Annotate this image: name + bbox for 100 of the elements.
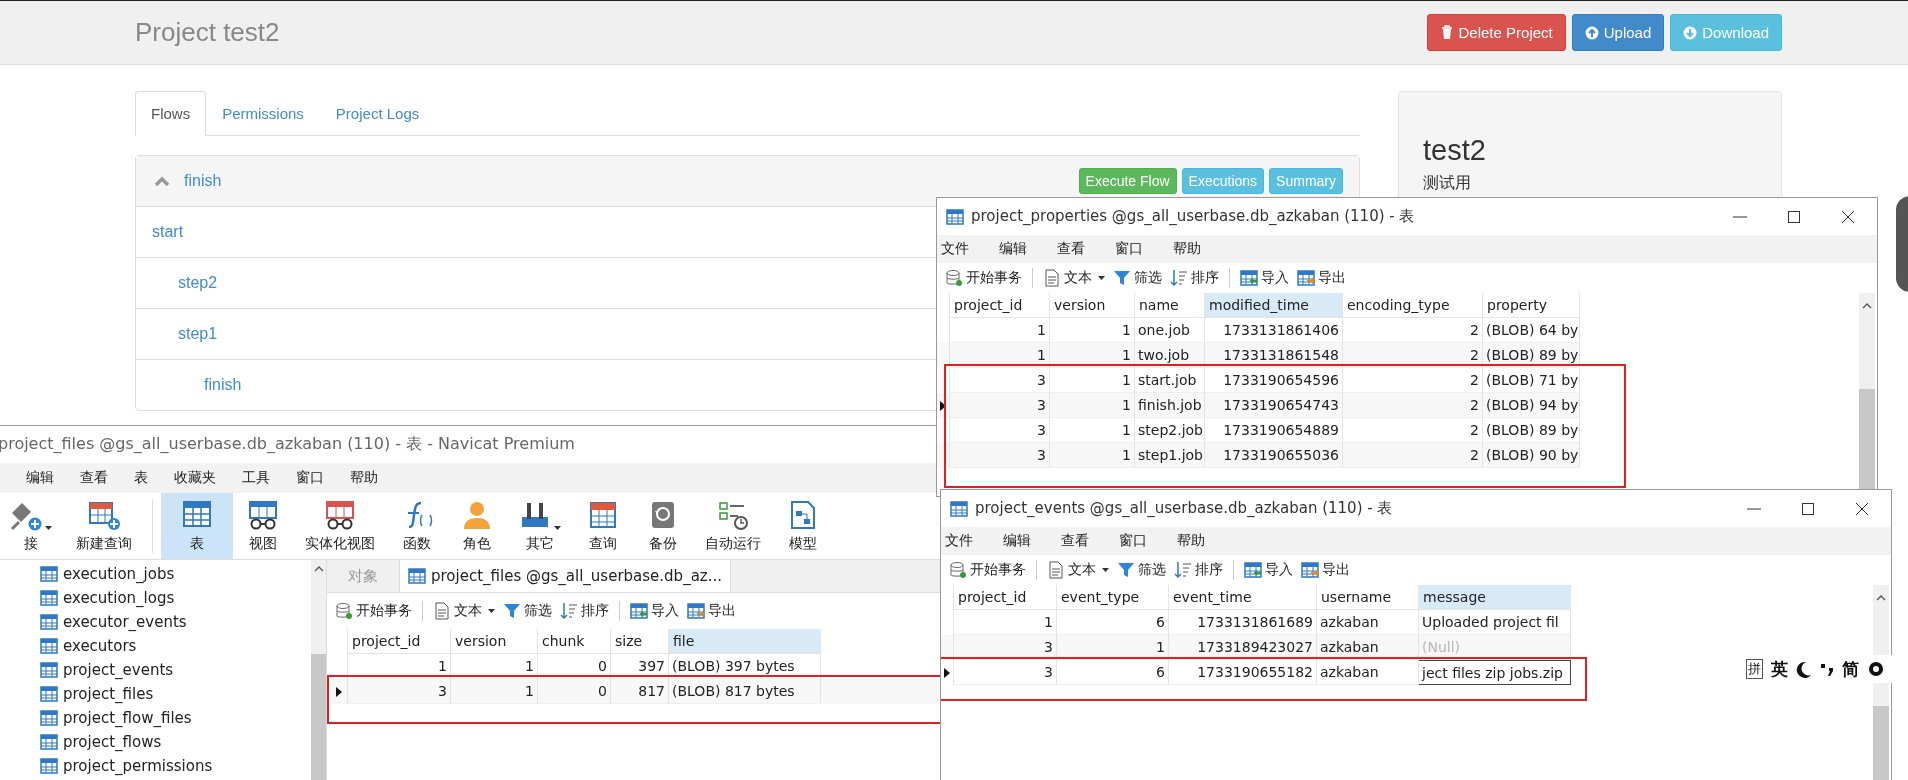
toolbar-button[interactable]: 函数 [387,493,447,559]
input-mode-toggle[interactable]: 简 [1842,657,1859,681]
column-header[interactable]: project_id [954,585,1057,610]
scroll-thumb[interactable] [311,654,326,780]
tree-item[interactable]: executors [40,634,298,658]
tab[interactable]: Project Logs [319,91,436,136]
input-mode-toggle[interactable]: 英 [1771,657,1788,681]
table-glasses-icon [324,499,356,531]
job-link[interactable]: finish [204,376,242,394]
tree-item[interactable]: project_flow_files [40,706,298,730]
toolbar-button[interactable]: 接 [0,493,64,559]
job-link[interactable]: step1 [178,325,218,343]
toolbar-button[interactable]: 导入 [1238,269,1291,287]
toolbar-button[interactable]: 筛选 [1115,561,1168,579]
column-header[interactable]: encoding_type [1343,293,1483,318]
scrollbar[interactable] [311,560,326,780]
menu-item[interactable]: 工具 [242,469,270,487]
menu-item[interactable]: 窗口 [296,469,324,487]
tree-item[interactable]: project_permissions [40,754,298,778]
tree-item[interactable]: project_flows [40,730,298,754]
input-mode-toggle[interactable]: 拼 [1746,659,1763,679]
tree-item[interactable]: execution_jobs [40,562,298,586]
menu-item[interactable]: 帮助 [350,469,378,487]
maximize-icon [1801,501,1815,516]
scroll-up-icon [1862,303,1872,309]
toolbar-button[interactable]: 排序 [558,602,611,620]
tree-item[interactable]: executor_events [40,610,298,634]
toolbar-button[interactable]: 其它 [507,493,573,559]
table-cell: finish.job [1135,393,1205,418]
column-header[interactable]: event_time [1169,585,1317,610]
column-header[interactable]: event_type [1057,585,1169,610]
tab[interactable]: Flows [135,91,207,136]
column-header[interactable]: modified_time [1205,293,1343,318]
tree-item[interactable]: project_files [40,682,298,706]
moon-icon [1796,660,1812,678]
toolbar-button[interactable]: 备份 [633,493,693,559]
checklist-clock-icon [717,499,749,531]
toolbar-button[interactable]: 导出 [685,602,738,620]
toolbar-button[interactable]: 开始事务 [947,561,1028,579]
toolbar-button[interactable]: 开始事务 [333,602,414,620]
menu-item[interactable]: 查看 [1061,532,1119,550]
project-title: Project test2 [135,17,280,48]
table-glasses-icon [247,499,279,531]
menu-item[interactable]: 编辑 [999,240,1057,258]
column-header[interactable]: project_id [348,629,451,654]
toolbar-button[interactable]: 排序 [1172,561,1225,579]
toolbar-button[interactable]: 筛选 [501,602,554,620]
menu-item[interactable]: 表 [134,469,148,487]
tab[interactable]: Permissions [206,91,320,136]
toolbar-button[interactable]: 排序 [1168,269,1221,287]
toolbar-button[interactable]: 模型 [773,493,833,559]
table-cell: 1733190654743 [1205,393,1343,418]
menu-item[interactable]: 帮助 [1173,240,1231,258]
menu-item[interactable]: 窗口 [1119,532,1177,550]
toolbar-button[interactable]: 文本 [1041,269,1107,287]
column-header[interactable]: version [1050,293,1135,318]
header-button[interactable]: Upload [1571,14,1665,51]
toolbar-button[interactable]: 导入 [1242,561,1295,579]
toolbar-button[interactable]: 导出 [1299,561,1352,579]
table-cell: 1 [1050,343,1135,368]
download-icon [1683,25,1698,40]
tree-item[interactable]: execution_logs [40,586,298,610]
toolbar-button[interactable]: 角色 [447,493,507,559]
settings-icon [1867,660,1885,678]
toolbar-button[interactable]: 自动运行 [693,493,773,559]
job-link[interactable]: step2 [178,274,218,292]
toolbar-button[interactable]: 文本 [1045,561,1111,579]
toolbar-button[interactable]: 表 [161,493,233,559]
column-header[interactable]: file [669,629,821,654]
toolbar-button[interactable]: 导出 [1295,269,1348,287]
menu-item[interactable]: 文件 [945,532,1003,550]
toolbar-button[interactable]: 导入 [628,602,681,620]
header-button[interactable]: Delete Project [1426,14,1566,51]
menu-item[interactable]: 查看 [1057,240,1115,258]
tab[interactable]: project_files @gs_all_userbase.db_az... [399,560,731,592]
cell-editor[interactable]: ject files zip jobs.zip [1419,660,1571,685]
menu-item[interactable]: 帮助 [1177,532,1235,550]
column-header[interactable]: project_id [950,293,1050,318]
column-header[interactable]: version [451,629,538,654]
column-header[interactable]: property [1483,293,1580,318]
table-icon [40,613,58,631]
toolbar-button[interactable]: 视图 [233,493,293,559]
menu-item[interactable]: 编辑 [26,469,54,487]
column-header[interactable]: message [1419,585,1571,610]
toolbar-button[interactable]: 新建查询 [64,493,144,559]
scroll-thumb[interactable] [1873,706,1889,780]
menu-item[interactable]: 窗口 [1115,240,1173,258]
toolbar-button[interactable]: 筛选 [1111,269,1164,287]
close-icon [1841,209,1855,224]
menu-item[interactable]: 查看 [80,469,108,487]
menu-item[interactable]: 编辑 [1003,532,1061,550]
menu-item[interactable]: 收藏夹 [174,469,216,487]
toolbar-button[interactable]: 开始事务 [943,269,1024,287]
tree-item[interactable]: project_events [40,658,298,682]
toolbar-button[interactable]: 实体化视图 [293,493,387,559]
column-header[interactable]: chunk [538,629,611,654]
toolbar-button[interactable]: 文本 [431,602,497,620]
menu-item[interactable]: 文件 [941,240,999,258]
toolbar-button[interactable]: 查询 [573,493,633,559]
job-link[interactable]: start [152,223,184,241]
